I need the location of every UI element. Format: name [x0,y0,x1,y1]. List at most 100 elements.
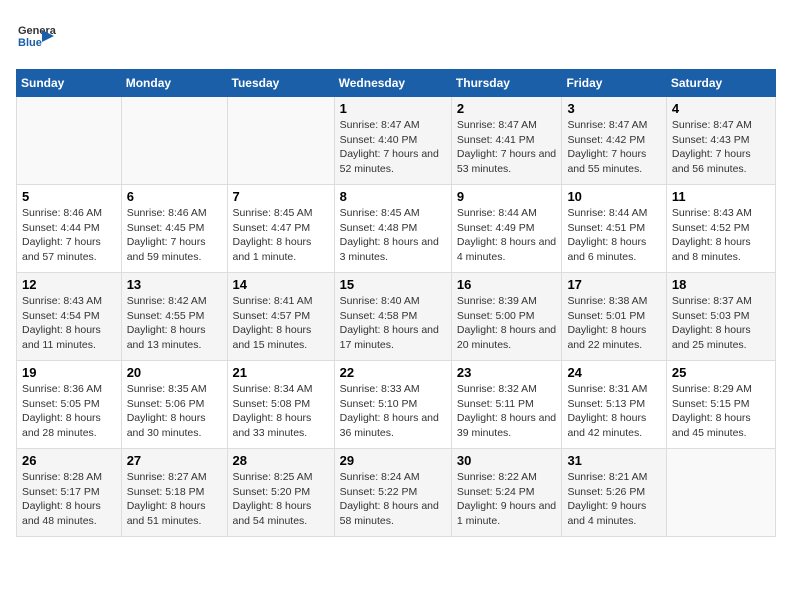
logo-icon: General Blue [16,16,56,61]
day-number: 25 [672,365,770,380]
day-number: 12 [22,277,116,292]
day-info: Sunrise: 8:47 AM Sunset: 4:40 PM Dayligh… [340,118,446,177]
calendar-cell: 6 Sunrise: 8:46 AM Sunset: 4:45 PM Daylig… [121,185,227,273]
day-number: 24 [567,365,660,380]
logo: General Blue [16,16,56,61]
day-number: 11 [672,189,770,204]
day-number: 5 [22,189,116,204]
day-info: Sunrise: 8:24 AM Sunset: 5:22 PM Dayligh… [340,470,446,529]
day-number: 31 [567,453,660,468]
calendar-week-row: 12 Sunrise: 8:43 AM Sunset: 4:54 PM Dayli… [17,273,776,361]
calendar-cell: 7 Sunrise: 8:45 AM Sunset: 4:47 PM Daylig… [227,185,334,273]
day-info: Sunrise: 8:21 AM Sunset: 5:26 PM Dayligh… [567,470,660,529]
day-info: Sunrise: 8:43 AM Sunset: 4:54 PM Dayligh… [22,294,116,353]
day-info: Sunrise: 8:34 AM Sunset: 5:08 PM Dayligh… [233,382,329,441]
calendar-cell: 2 Sunrise: 8:47 AM Sunset: 4:41 PM Daylig… [451,97,562,185]
calendar-week-row: 1 Sunrise: 8:47 AM Sunset: 4:40 PM Daylig… [17,97,776,185]
header-thursday: Thursday [451,70,562,97]
calendar-cell: 9 Sunrise: 8:44 AM Sunset: 4:49 PM Daylig… [451,185,562,273]
calendar-cell: 15 Sunrise: 8:40 AM Sunset: 4:58 PM Dayli… [334,273,451,361]
calendar-cell: 22Sunrise: 8:33 AM Sunset: 5:10 PM Dayli… [334,361,451,449]
day-info: Sunrise: 8:45 AM Sunset: 4:47 PM Dayligh… [233,206,329,265]
calendar-cell: 17 Sunrise: 8:38 AM Sunset: 5:01 PM Dayli… [562,273,666,361]
day-info: Sunrise: 8:28 AM Sunset: 5:17 PM Dayligh… [22,470,116,529]
day-info: Sunrise: 8:44 AM Sunset: 4:49 PM Dayligh… [457,206,557,265]
day-info: Sunrise: 8:41 AM Sunset: 4:57 PM Dayligh… [233,294,329,353]
day-info: Sunrise: 8:46 AM Sunset: 4:44 PM Dayligh… [22,206,116,265]
day-number: 13 [127,277,222,292]
calendar-cell [121,97,227,185]
day-info: Sunrise: 8:35 AM Sunset: 5:06 PM Dayligh… [127,382,222,441]
day-info: Sunrise: 8:39 AM Sunset: 5:00 PM Dayligh… [457,294,557,353]
day-number: 7 [233,189,329,204]
day-info: Sunrise: 8:38 AM Sunset: 5:01 PM Dayligh… [567,294,660,353]
calendar-cell: 1 Sunrise: 8:47 AM Sunset: 4:40 PM Daylig… [334,97,451,185]
calendar-cell: 27Sunrise: 8:27 AM Sunset: 5:18 PM Dayli… [121,449,227,537]
calendar-cell [227,97,334,185]
day-number: 30 [457,453,557,468]
calendar-cell: 23 Sunrise: 8:32 AM Sunset: 5:11 PM Dayli… [451,361,562,449]
calendar-cell: 8Sunrise: 8:45 AM Sunset: 4:48 PM Daylig… [334,185,451,273]
day-number: 23 [457,365,557,380]
calendar-cell: 3Sunrise: 8:47 AM Sunset: 4:42 PM Daylig… [562,97,666,185]
calendar-cell: 4Sunrise: 8:47 AM Sunset: 4:43 PM Daylig… [666,97,775,185]
calendar-cell: 29Sunrise: 8:24 AM Sunset: 5:22 PM Dayli… [334,449,451,537]
day-number: 26 [22,453,116,468]
day-info: Sunrise: 8:47 AM Sunset: 4:43 PM Dayligh… [672,118,770,177]
calendar-cell: 24 Sunrise: 8:31 AM Sunset: 5:13 PM Dayli… [562,361,666,449]
day-number: 6 [127,189,222,204]
header-monday: Monday [121,70,227,97]
calendar-cell: 14 Sunrise: 8:41 AM Sunset: 4:57 PM Dayli… [227,273,334,361]
calendar-cell: 31 Sunrise: 8:21 AM Sunset: 5:26 PM Dayli… [562,449,666,537]
day-info: Sunrise: 8:36 AM Sunset: 5:05 PM Dayligh… [22,382,116,441]
day-number: 18 [672,277,770,292]
calendar-week-row: 19 Sunrise: 8:36 AM Sunset: 5:05 PM Dayli… [17,361,776,449]
day-info: Sunrise: 8:47 AM Sunset: 4:42 PM Dayligh… [567,118,660,177]
header-sunday: Sunday [17,70,122,97]
day-info: Sunrise: 8:37 AM Sunset: 5:03 PM Dayligh… [672,294,770,353]
calendar-header-row: SundayMondayTuesdayWednesdayThursdayFrid… [17,70,776,97]
day-info: Sunrise: 8:46 AM Sunset: 4:45 PM Dayligh… [127,206,222,265]
day-info: Sunrise: 8:31 AM Sunset: 5:13 PM Dayligh… [567,382,660,441]
calendar-cell: 13 Sunrise: 8:42 AM Sunset: 4:55 PM Dayli… [121,273,227,361]
calendar-cell: 11 Sunrise: 8:43 AM Sunset: 4:52 PM Dayli… [666,185,775,273]
day-info: Sunrise: 8:29 AM Sunset: 5:15 PM Dayligh… [672,382,770,441]
calendar-cell: 25 Sunrise: 8:29 AM Sunset: 5:15 PM Dayli… [666,361,775,449]
day-info: Sunrise: 8:33 AM Sunset: 5:10 PM Dayligh… [340,382,446,441]
day-number: 15 [340,277,446,292]
calendar-cell: 20 Sunrise: 8:35 AM Sunset: 5:06 PM Dayli… [121,361,227,449]
day-info: Sunrise: 8:32 AM Sunset: 5:11 PM Dayligh… [457,382,557,441]
day-info: Sunrise: 8:43 AM Sunset: 4:52 PM Dayligh… [672,206,770,265]
calendar-cell: 18 Sunrise: 8:37 AM Sunset: 5:03 PM Dayli… [666,273,775,361]
calendar-table: SundayMondayTuesdayWednesdayThursdayFrid… [16,69,776,537]
calendar-cell: 21Sunrise: 8:34 AM Sunset: 5:08 PM Dayli… [227,361,334,449]
day-number: 1 [340,101,446,116]
header-saturday: Saturday [666,70,775,97]
day-info: Sunrise: 8:40 AM Sunset: 4:58 PM Dayligh… [340,294,446,353]
day-info: Sunrise: 8:22 AM Sunset: 5:24 PM Dayligh… [457,470,557,529]
calendar-cell: 16Sunrise: 8:39 AM Sunset: 5:00 PM Dayli… [451,273,562,361]
day-number: 14 [233,277,329,292]
calendar-cell: 10Sunrise: 8:44 AM Sunset: 4:51 PM Dayli… [562,185,666,273]
calendar-cell [666,449,775,537]
page-header: General Blue [16,16,776,61]
day-info: Sunrise: 8:25 AM Sunset: 5:20 PM Dayligh… [233,470,329,529]
day-number: 19 [22,365,116,380]
calendar-week-row: 5 Sunrise: 8:46 AM Sunset: 4:44 PM Daylig… [17,185,776,273]
calendar-cell: 28 Sunrise: 8:25 AM Sunset: 5:20 PM Dayli… [227,449,334,537]
day-number: 9 [457,189,557,204]
day-number: 28 [233,453,329,468]
calendar-cell: 12 Sunrise: 8:43 AM Sunset: 4:54 PM Dayli… [17,273,122,361]
day-number: 20 [127,365,222,380]
day-info: Sunrise: 8:45 AM Sunset: 4:48 PM Dayligh… [340,206,446,265]
day-number: 27 [127,453,222,468]
svg-text:Blue: Blue [18,37,42,49]
day-number: 2 [457,101,557,116]
day-number: 17 [567,277,660,292]
day-info: Sunrise: 8:47 AM Sunset: 4:41 PM Dayligh… [457,118,557,177]
day-number: 10 [567,189,660,204]
day-info: Sunrise: 8:42 AM Sunset: 4:55 PM Dayligh… [127,294,222,353]
calendar-week-row: 26 Sunrise: 8:28 AM Sunset: 5:17 PM Dayli… [17,449,776,537]
calendar-cell [17,97,122,185]
header-friday: Friday [562,70,666,97]
